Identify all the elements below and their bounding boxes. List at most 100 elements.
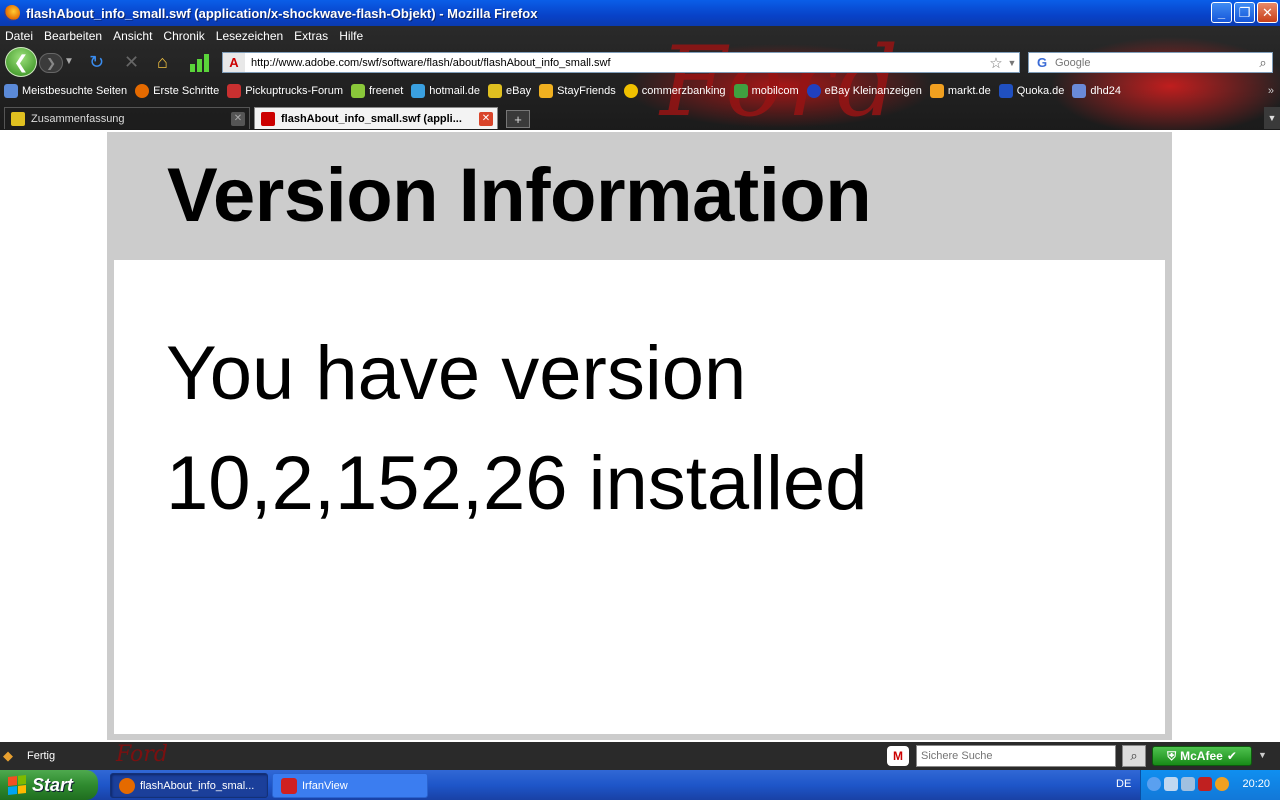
- reload-icon[interactable]: ↻: [89, 51, 104, 73]
- status-icon: ◆: [3, 748, 13, 763]
- mcafee-button[interactable]: ⛨ McAfee ✔: [1152, 746, 1252, 766]
- close-button[interactable]: ✕: [1257, 2, 1278, 23]
- bookmark-item[interactable]: dhd24: [1072, 84, 1121, 98]
- ford-logo-background: Ford: [116, 742, 168, 767]
- adobe-icon: [261, 111, 275, 126]
- check-icon: ✔: [1226, 749, 1237, 763]
- clock: 20:20: [1242, 778, 1270, 790]
- mobilcom-icon: [733, 84, 748, 98]
- update-icon[interactable]: [1215, 777, 1229, 791]
- ebay-icon: [488, 84, 503, 98]
- menu-lesezeichen[interactable]: Lesezeichen: [216, 29, 283, 43]
- window-title: flashAbout_info_small.swf (application/x…: [26, 5, 538, 21]
- bookmark-item[interactable]: freenet: [351, 84, 403, 98]
- bookmark-item[interactable]: StayFriends: [539, 84, 616, 98]
- home-icon[interactable]: ⌂: [157, 51, 168, 73]
- tab-flash-about[interactable]: flashAbout_info_small.swf (appli... ✕: [254, 107, 498, 129]
- taskbar-item-firefox[interactable]: flashAbout_info_smal...: [110, 773, 268, 798]
- ebay-kleinanzeigen-icon: [806, 84, 821, 98]
- menu-bar: Datei Bearbeiten Ansicht Chronik Lesezei…: [0, 26, 369, 46]
- page-content: Version Information You have version 10,…: [0, 130, 1280, 742]
- bookmark-item[interactable]: Quoka.de: [998, 84, 1064, 98]
- menu-extras[interactable]: Extras: [294, 29, 328, 43]
- commerzbank-icon: [623, 84, 638, 98]
- tray-icons: [1147, 777, 1229, 791]
- version-text-line1: You have version: [166, 331, 747, 416]
- maximize-button[interactable]: ❐: [1234, 2, 1255, 23]
- new-tab-button[interactable]: +: [506, 110, 530, 128]
- stop-icon[interactable]: ✕: [124, 51, 139, 73]
- google-icon[interactable]: G: [1029, 53, 1055, 72]
- system-tray: 20:20: [1140, 770, 1280, 800]
- url-text[interactable]: http://www.adobe.com/swf/software/flash/…: [251, 57, 987, 69]
- menu-datei[interactable]: Datei: [5, 29, 33, 43]
- freenet-icon: [351, 84, 365, 98]
- url-bar[interactable]: A http://www.adobe.com/swf/software/flas…: [222, 52, 1020, 73]
- search-input[interactable]: [1055, 56, 1254, 69]
- flash-movie[interactable]: Version Information You have version 10,…: [107, 132, 1172, 740]
- history-dropdown-icon[interactable]: ▼: [64, 56, 74, 67]
- mcafee-dropdown-icon[interactable]: ▼: [1258, 750, 1267, 760]
- bookmark-item[interactable]: markt.de: [929, 84, 991, 98]
- bookmark-item[interactable]: Meistbesuchte Seiten: [4, 84, 127, 98]
- bookmark-item[interactable]: commerzbanking: [623, 84, 726, 98]
- shield-icon: ⛨: [1167, 748, 1177, 763]
- firefox-icon: [119, 777, 135, 794]
- truck-icon: [227, 84, 242, 98]
- mcafee-tray-icon[interactable]: [1198, 777, 1212, 791]
- status-text: Fertig: [27, 750, 56, 762]
- tab-zusammenfassung[interactable]: Zusammenfassung ✕: [4, 107, 250, 129]
- close-tab-icon[interactable]: ✕: [479, 111, 493, 126]
- bookmark-star-icon[interactable]: ☆: [987, 54, 1005, 72]
- tab-strip: Zusammenfassung ✕ flashAbout_info_small.…: [0, 106, 1280, 130]
- title-bar: flashAbout_info_small.swf (application/x…: [0, 0, 1280, 26]
- search-icon[interactable]: ⌕: [1122, 745, 1146, 767]
- bookmark-item[interactable]: hotmail.de: [411, 84, 480, 98]
- chevron-more-icon[interactable]: »: [1268, 85, 1274, 97]
- menu-hilfe[interactable]: Hilfe: [339, 29, 363, 43]
- ebay-icon: [11, 111, 25, 126]
- arrow-right-icon: ❯: [45, 56, 57, 70]
- version-text-line2: 10,2,152,26 installed: [166, 441, 868, 526]
- tray-arrow-icon[interactable]: [1147, 777, 1161, 791]
- window-controls: _ ❐ ✕: [1211, 2, 1278, 23]
- menu-bearbeiten[interactable]: Bearbeiten: [44, 29, 102, 43]
- url-dropdown-icon[interactable]: ▼: [1005, 58, 1019, 68]
- close-tab-icon[interactable]: ✕: [231, 111, 245, 126]
- back-button[interactable]: ❮: [5, 47, 37, 77]
- bookmark-item[interactable]: Pickuptrucks-Forum: [227, 84, 343, 98]
- search-bar[interactable]: G ⌕: [1028, 52, 1273, 73]
- bookmark-item[interactable]: eBay: [488, 84, 531, 98]
- speaker-icon[interactable]: [1181, 777, 1195, 791]
- navigation-toolbar: ❮ ❯ ▼ ↻ ✕ ⌂ A http://www.adobe.com/swf/s…: [0, 46, 1280, 78]
- menu-ansicht[interactable]: Ansicht: [113, 29, 152, 43]
- dhd24-icon: [1072, 84, 1087, 98]
- page-title: Version Information: [167, 153, 872, 238]
- msn-icon: [411, 84, 426, 98]
- firefox-icon: [135, 84, 150, 98]
- bookmarks-toolbar: Meistbesuchte Seiten Erste Schritte Pick…: [0, 80, 1280, 102]
- start-button[interactable]: Start: [0, 770, 98, 800]
- firefox-icon: [4, 5, 20, 21]
- bookmark-item[interactable]: Erste Schritte: [135, 84, 219, 98]
- network-icon[interactable]: [1164, 777, 1178, 791]
- bookmark-item[interactable]: eBay Kleinanzeigen: [806, 84, 922, 98]
- signal-bars-icon[interactable]: [190, 52, 210, 72]
- windows-logo-icon: [8, 775, 26, 795]
- taskbar-item-irfanview[interactable]: IrfanView: [272, 773, 428, 798]
- minimize-button[interactable]: _: [1211, 2, 1232, 23]
- search-icon[interactable]: ⌕: [1254, 55, 1272, 71]
- markt-icon: [929, 84, 944, 98]
- irfanview-icon: [281, 777, 297, 794]
- language-indicator[interactable]: DE: [1116, 778, 1131, 790]
- forward-button[interactable]: ❯: [39, 53, 63, 73]
- safe-search-input[interactable]: [916, 745, 1116, 767]
- mcafee-shield-icon[interactable]: M: [887, 746, 909, 766]
- version-panel: You have version 10,2,152,26 installed: [114, 260, 1165, 734]
- bookmark-item[interactable]: mobilcom: [733, 84, 799, 98]
- browser-chrome: Ford Datei Bearbeiten Ansicht Chronik Le…: [0, 26, 1280, 138]
- quoka-icon: [998, 84, 1013, 98]
- tab-list-dropdown-icon[interactable]: ▼: [1264, 107, 1280, 129]
- menu-chronik[interactable]: Chronik: [163, 29, 204, 43]
- status-bar: ◆ Fertig Ford M ⌕ ⛨ McAfee ✔ ▼: [0, 742, 1280, 770]
